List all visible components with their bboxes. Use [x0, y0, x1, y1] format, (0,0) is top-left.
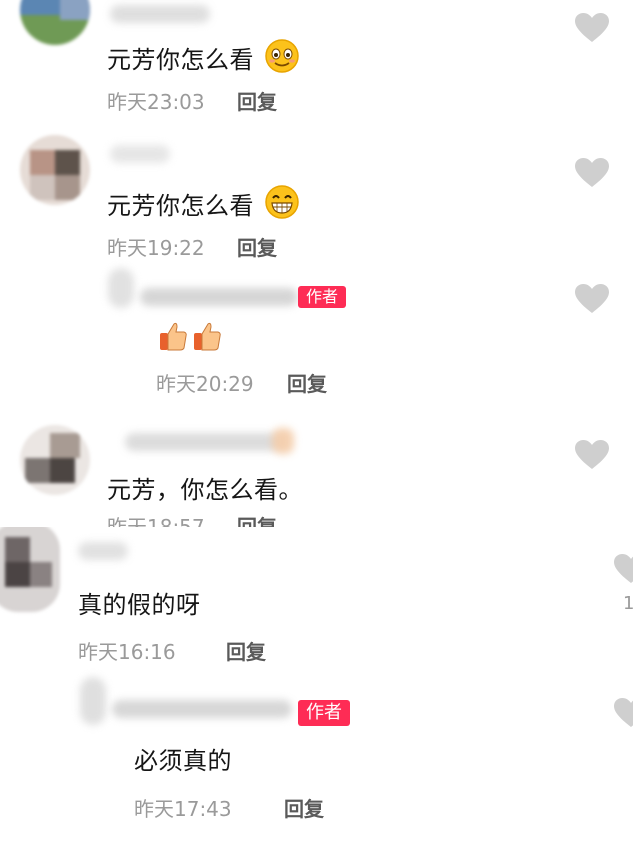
- heart-icon[interactable]: [574, 439, 610, 471]
- reply-button[interactable]: 回复: [237, 232, 277, 261]
- comment-time: 昨天20:29: [156, 372, 254, 396]
- avatar[interactable]: [0, 527, 60, 612]
- comment-time: 昨天18:57: [107, 515, 205, 527]
- avatar[interactable]: [80, 677, 106, 725]
- comment-text: 必须真的: [134, 747, 232, 775]
- thumbs-up-emoji: [160, 322, 187, 351]
- avatar[interactable]: [20, 135, 90, 205]
- username-blurred[interactable]: [110, 145, 170, 163]
- reply-button[interactable]: 回复: [226, 636, 266, 665]
- comment-text: 元芳你怎么看: [107, 192, 254, 220]
- heart-icon[interactable]: [574, 157, 610, 189]
- comment-text: 元芳你怎么看: [107, 46, 254, 74]
- heart-icon[interactable]: [574, 12, 610, 44]
- author-badge: 作者: [298, 286, 347, 308]
- comment-time: 昨天23:03: [107, 90, 205, 114]
- comment-text: 元芳，你怎么看。: [107, 476, 303, 504]
- name-emoji-blurred: [272, 428, 294, 454]
- avatar[interactable]: [20, 0, 90, 45]
- thumbs-up-emoji: [194, 322, 221, 351]
- smiling-face-emoji: [265, 39, 299, 73]
- avatar[interactable]: [20, 425, 90, 495]
- reply-button[interactable]: 回复: [287, 368, 327, 397]
- comment-time: 昨天17:43: [134, 797, 232, 821]
- username-blurred[interactable]: [110, 5, 210, 23]
- comment-text: 真的假的呀: [78, 591, 201, 619]
- avatar[interactable]: [108, 268, 134, 308]
- username-blurred[interactable]: [140, 288, 298, 306]
- username-blurred[interactable]: [125, 433, 280, 451]
- grinning-face-emoji: [265, 185, 299, 219]
- comment-list-bottom: 真的假的呀 昨天16:16 回复 1 作者 必须真的 昨天17:43 回复: [0, 527, 633, 843]
- username-blurred[interactable]: [78, 542, 128, 560]
- heart-icon[interactable]: [574, 283, 610, 315]
- reply-button[interactable]: 回复: [237, 511, 277, 527]
- comment-time: 昨天16:16: [78, 640, 176, 664]
- comment-time: 昨天19:22: [107, 236, 205, 260]
- heart-icon[interactable]: [613, 697, 633, 729]
- reply-button[interactable]: 回复: [284, 793, 324, 822]
- like-count: 1: [623, 593, 633, 614]
- heart-icon[interactable]: [613, 553, 633, 585]
- author-badge: 作者: [298, 700, 350, 726]
- username-blurred[interactable]: [112, 700, 292, 718]
- comment-list-top: 元芳你怎么看 昨天23:03 回复 元芳你怎么看 昨天19:22 回复 作者 昨…: [0, 0, 633, 527]
- reply-button[interactable]: 回复: [237, 86, 277, 115]
